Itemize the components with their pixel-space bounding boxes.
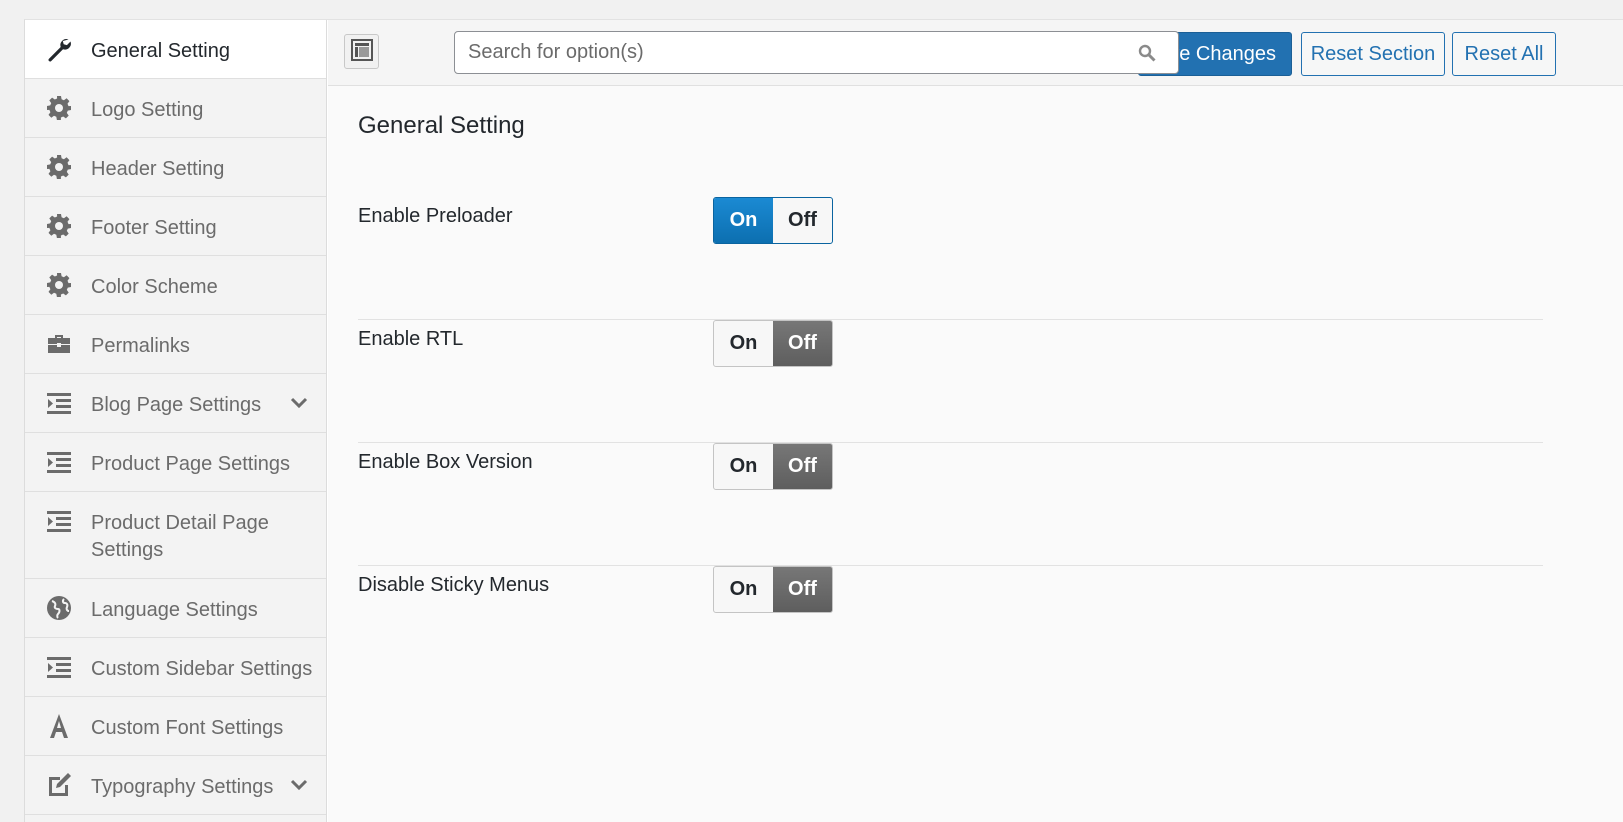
sidebar: General Setting Logo Setting Header Sett… — [25, 20, 327, 822]
sidebar-item-blog-page-settings[interactable]: Blog Page Settings — [25, 374, 326, 433]
option-label: Enable Preloader — [358, 205, 513, 227]
sidebar-item-label: Custom Sidebar Settings — [91, 658, 313, 680]
option-label: Enable Box Version — [358, 451, 533, 473]
indent-list-icon — [45, 389, 73, 417]
sidebar-item-permalinks[interactable]: Permalinks — [25, 315, 326, 374]
sidebar-item-label: Color Scheme — [91, 276, 218, 298]
toolbar: ave Changes Reset Section Reset All — [328, 20, 1623, 86]
switch-off-button[interactable]: Off — [773, 567, 832, 612]
sidebar-item-language-settings[interactable]: Language Settings — [25, 579, 326, 638]
sidebar-item-general-setting[interactable]: General Setting — [25, 20, 326, 79]
options-panel: General Setting Logo Setting Header Sett… — [24, 19, 1623, 822]
sidebar-item-label: Footer Setting — [91, 217, 217, 239]
option-label: Disable Sticky Menus — [358, 574, 550, 596]
sidebar-item-label: Permalinks — [91, 335, 190, 357]
switch-on-button[interactable]: On — [714, 444, 773, 489]
indent-list-icon — [45, 653, 73, 681]
switch-off-button[interactable]: Off — [773, 321, 832, 366]
switch-on-button[interactable]: On — [714, 321, 773, 366]
search-input[interactable] — [455, 32, 1178, 73]
reset-section-button[interactable]: Reset Section — [1301, 32, 1445, 76]
disable-sticky-menus-switch: On Off — [713, 566, 833, 613]
sidebar-item-label: Product Detail Page Settings — [91, 512, 269, 561]
chevron-down-icon[interactable] — [290, 396, 308, 414]
sidebar-item-header-setting[interactable]: Header Setting — [25, 138, 326, 197]
sidebar-item-label: General Setting — [91, 40, 230, 62]
gear-icon — [45, 271, 73, 299]
sidebar-item-footer-setting[interactable]: Footer Setting — [25, 197, 326, 256]
switch-off-button[interactable]: Off — [773, 198, 832, 243]
option-enable-box-version: Enable Box Version On Off — [358, 443, 1543, 566]
option-label: Enable RTL — [358, 328, 464, 350]
sidebar-item-color-scheme[interactable]: Color Scheme — [25, 256, 326, 315]
enable-rtl-switch: On Off — [713, 320, 833, 367]
sidebar-item-product-detail-page-settings[interactable]: Product Detail Page Settings — [25, 492, 326, 579]
wrench-icon — [45, 35, 73, 63]
sidebar-item-typography-settings[interactable]: Typography Settings — [25, 756, 326, 815]
switch-on-button[interactable]: On — [714, 567, 773, 612]
reset-all-button[interactable]: Reset All — [1452, 32, 1556, 76]
option-enable-rtl: Enable RTL On Off — [358, 320, 1543, 443]
search-box — [454, 31, 1179, 74]
font-a-icon — [45, 712, 73, 740]
sidebar-item-label: Product Page Settings — [91, 453, 291, 475]
switch-on-button[interactable]: On — [714, 198, 773, 243]
sidebar-item-logo-setting[interactable]: Logo Setting — [25, 79, 326, 138]
sidebar-item-label: Header Setting — [91, 158, 225, 180]
chevron-down-icon[interactable] — [290, 778, 308, 796]
gear-icon — [45, 212, 73, 240]
sidebar-item-label: Typography Settings — [91, 776, 274, 798]
expand-toggle-button[interactable] — [344, 34, 379, 69]
indent-list-icon — [45, 507, 73, 535]
gear-icon — [45, 153, 73, 181]
main-content: ave Changes Reset Section Reset All Gene… — [328, 20, 1623, 822]
sidebar-item-label: Language Settings — [91, 599, 258, 621]
sidebar-item-label: Custom Font Settings — [91, 717, 284, 739]
option-disable-sticky-menus: Disable Sticky Menus On Off — [358, 566, 1543, 689]
sidebar-item-custom-font-settings[interactable]: Custom Font Settings — [25, 697, 326, 756]
indent-list-icon — [45, 448, 73, 476]
layout-icon — [350, 39, 373, 64]
search-icon — [1138, 44, 1156, 67]
switch-off-button[interactable]: Off — [773, 444, 832, 489]
gear-icon — [45, 94, 73, 122]
briefcase-icon — [45, 330, 73, 358]
option-enable-preloader: Enable Preloader On Off — [358, 197, 1543, 320]
enable-box-version-switch: On Off — [713, 443, 833, 490]
sidebar-item-label: Blog Page Settings — [91, 394, 262, 416]
edit-square-icon — [45, 771, 73, 799]
sidebar-item-product-page-settings[interactable]: Product Page Settings — [25, 433, 326, 492]
enable-preloader-switch: On Off — [713, 197, 833, 244]
sidebar-item-label: Logo Setting — [91, 99, 204, 121]
sidebar-item-custom-sidebar-settings[interactable]: Custom Sidebar Settings — [25, 638, 326, 697]
section-title: General Setting — [358, 112, 525, 139]
globe-icon — [45, 594, 73, 622]
